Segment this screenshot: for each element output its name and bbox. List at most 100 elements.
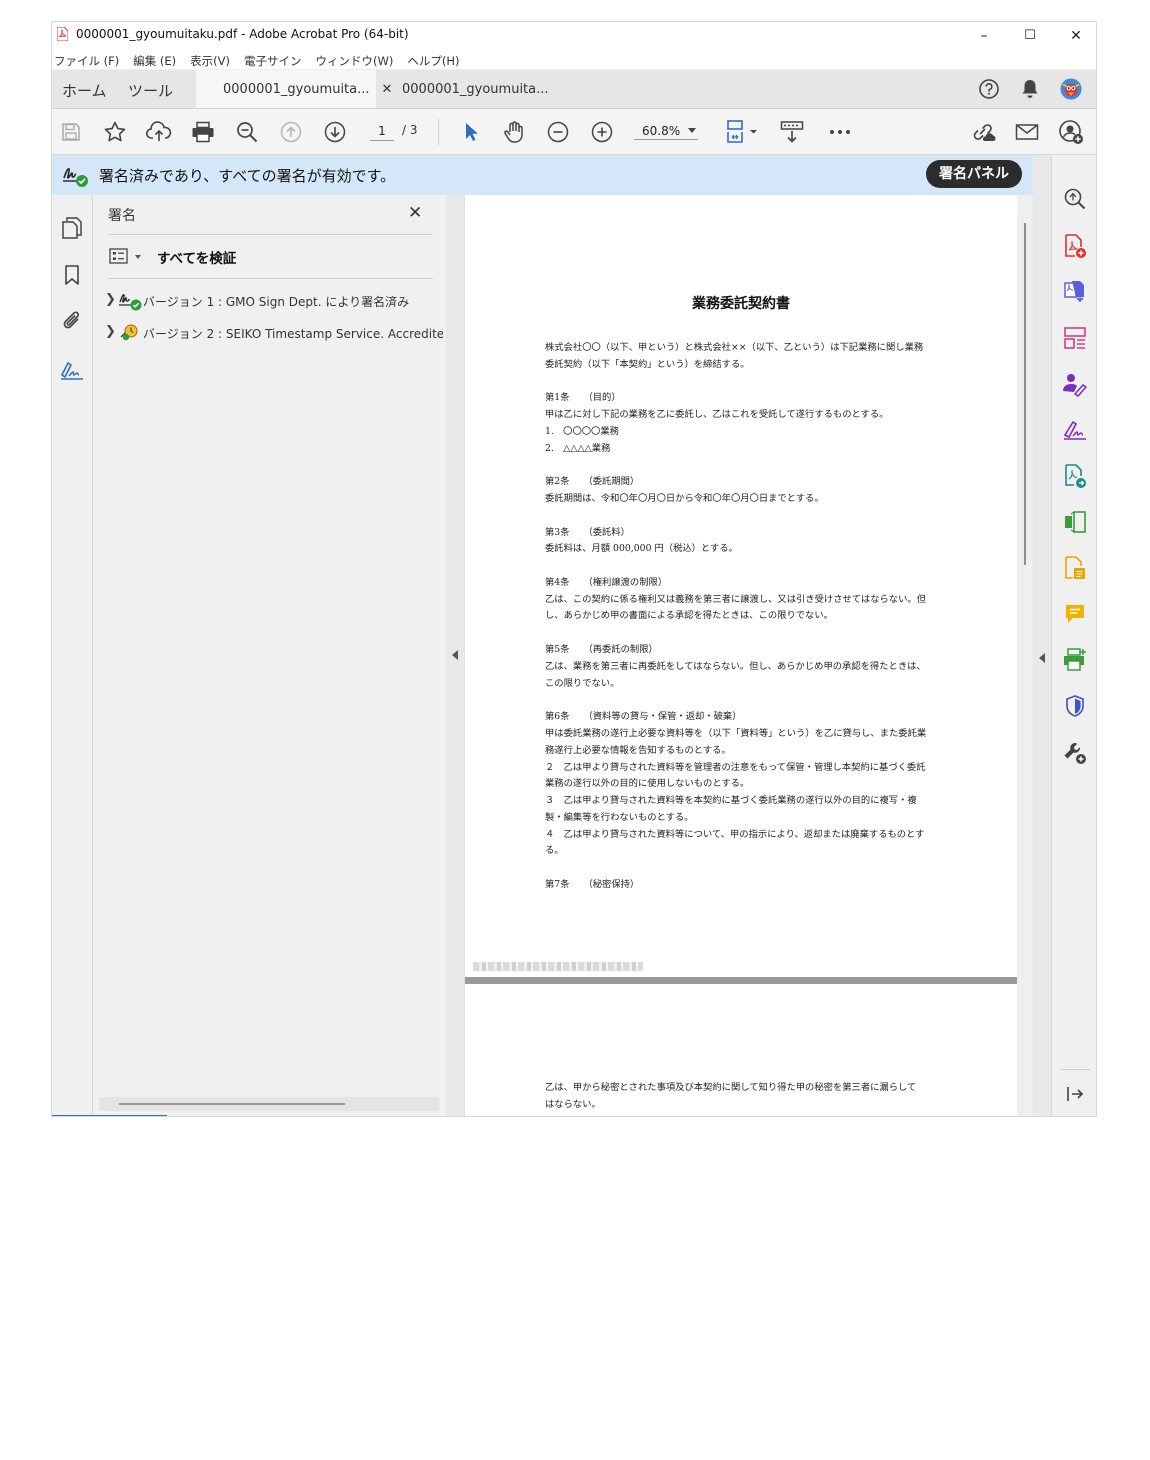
hand-tool-icon[interactable] [501,119,527,145]
help-icon[interactable] [978,78,1000,100]
blurred-footer-text [473,962,643,971]
select-cursor-icon[interactable] [458,119,484,145]
tools-panel-splitter[interactable] [1033,155,1051,1116]
document-text-line: 第7条 （秘密保持） [545,878,640,890]
send-for-review-icon[interactable] [1062,463,1088,489]
next-page-icon[interactable] [322,119,348,145]
close-window-button[interactable]: ✕ [1053,22,1096,49]
document-text-line: 務遂行上必要な情報を告知するものとする。 [545,744,731,756]
document-text-line: る。 [545,845,564,857]
verify-all-button[interactable]: すべてを検証 [157,247,236,267]
toolbar-divider [438,119,439,145]
scrollbar-thumb[interactable] [1024,223,1026,565]
fill-sign-icon[interactable] [1062,417,1088,443]
minimize-button[interactable]: – [961,22,1007,49]
zoom-fit-icon[interactable] [1062,186,1088,212]
document-text-line: ２ 乙は甲より貸与された資料等を管理者の注意をもって保管・管理し本契約に基づく委… [545,761,926,773]
maximize-button[interactable]: ☐ [1007,22,1053,49]
horizontal-scrollbar[interactable] [99,1097,439,1111]
notification-bell-icon[interactable] [1019,78,1041,100]
zoom-out-search-icon[interactable] [234,119,260,145]
document-text-line: 甲は委託業務の遂行上必要な資料等を（以下「資料等」という）を乙に貸与し、また委託… [545,727,927,739]
pdf-page-1: 業務委託契約書 株式会社〇〇（以下、甲という）と株式会社××（以下、乙という）は… [465,195,1017,977]
page-separator [465,977,1017,984]
tab-document-2-label: 0000001_gyoumuita... [402,81,549,97]
request-signature-icon[interactable] [1062,371,1088,397]
title-bar: 0000001_gyoumuitaku.pdf - Adobe Acrobat … [52,22,1096,49]
more-options-icon[interactable] [827,119,853,145]
share-link-icon[interactable] [970,119,996,145]
page-fit-icon[interactable] [724,119,760,145]
window-title: 0000001_gyoumuitaku.pdf - Adobe Acrobat … [76,27,409,41]
upload-cloud-icon[interactable] [146,119,172,145]
menu-view[interactable]: 表示(V) [188,49,237,69]
protect-icon[interactable] [1062,693,1088,719]
signature-status-banner: 署名済みであり、すべての署名が有効です。 署名パネル [52,155,1033,195]
attachment-icon[interactable] [58,307,86,335]
menu-edit[interactable]: 編集 (E) [131,49,183,69]
document-text-line: 第2条 （委託期間） [545,476,640,488]
collapse-left-icon[interactable] [452,650,458,660]
scan-icon[interactable] [1062,555,1088,581]
tab-close-icon[interactable]: ✕ [382,82,393,97]
scrollbar-thumb[interactable] [119,1103,345,1105]
previous-page-icon[interactable] [278,119,304,145]
document-text-line: ３ 乙は甲より貸与された資料等を本契約に基づく委託業務の遂行以外の目的に複写・複 [545,795,917,807]
menu-file[interactable]: ファイル (F) [52,49,126,69]
menu-window[interactable]: ウィンドウ(W) [314,49,401,69]
document-text-line: ４ 乙は甲より貸与された資料等について、甲の指示により、返却または廃棄するものと… [545,828,925,840]
star-icon[interactable] [102,119,128,145]
document-text-line: はならない。 [545,1099,601,1110]
document-title: 業務委託契約書 [692,296,790,312]
page-number-input[interactable]: 1 [370,122,394,141]
vertical-scrollbar[interactable] [1017,195,1033,1116]
signature-panel-button[interactable]: 署名パネル [926,160,1022,188]
signature-valid-icon [119,294,142,311]
user-avatar-icon[interactable] [1060,78,1082,100]
chevron-right-icon[interactable]: ❯ [105,292,116,307]
document-text-line: 業務の遂行以外の目的に使用しないものとする。 [545,778,750,790]
organize-pages-icon[interactable] [1062,509,1088,535]
collapse-panel-icon[interactable] [1062,1081,1088,1107]
zoom-out-icon[interactable] [545,119,571,145]
tab-home[interactable]: ホーム [62,80,107,101]
comment-icon[interactable] [1062,601,1088,627]
close-icon[interactable]: ✕ [408,203,422,223]
add-user-icon[interactable] [1058,119,1084,145]
document-text-line: 乙は、業務を第三者に再委託をしてはならない。但し、あらかじめ甲の承認を得たときは… [545,660,926,672]
page-thumbnails-icon[interactable] [58,214,86,242]
save-icon[interactable] [58,119,84,145]
left-nav-strip [52,195,93,1116]
options-list-icon[interactable] [109,248,129,264]
scroll-mode-icon[interactable] [779,119,805,145]
tab-bar: ホーム ツール 0000001_gyoumuita... ✕ 0000001_g… [52,70,1096,109]
export-pdf-icon[interactable] [1062,279,1088,305]
create-pdf-icon[interactable] [1062,233,1088,259]
email-icon[interactable] [1014,119,1040,145]
more-tools-icon[interactable] [1062,739,1088,765]
edit-pdf-icon[interactable] [1062,325,1088,351]
bookmark-icon[interactable] [58,261,86,289]
signature-version-2[interactable]: ❯ バージョン 2 : SEIKO Timestamp Service. Acc… [105,322,443,344]
chevron-down-icon[interactable] [135,255,141,259]
signature-version-1[interactable]: ❯ バージョン 1 : GMO Sign Dept. により署名済み [105,290,443,312]
tab-tools[interactable]: ツール [128,80,173,101]
print-icon[interactable] [190,119,216,145]
tab-document-1[interactable]: 0000001_gyoumuita... ✕ [196,70,392,108]
signature-icon[interactable] [58,356,86,384]
menu-help[interactable]: ヘルプ(H) [405,49,466,69]
zoom-in-icon[interactable] [589,119,615,145]
print-production-icon[interactable] [1062,647,1088,673]
panel-splitter[interactable] [446,195,464,1116]
tab-document-1-label: 0000001_gyoumuita... [223,81,370,97]
collapse-right-icon[interactable] [1039,653,1045,663]
chevron-right-icon[interactable]: ❯ [105,324,116,339]
tab-document-2[interactable]: 0000001_gyoumuita... [392,70,562,108]
chevron-down-icon[interactable] [688,128,696,133]
tools-panel [1051,155,1096,1116]
document-text-line: 委託契約（以下「本契約」という）を締結する。 [545,358,750,370]
document-text-line: 乙は、甲から秘密とされた事項及び本契約に関して知り得た甲の秘密を第三者に漏らして [545,1082,917,1093]
document-viewport[interactable]: 業務委託契約書 株式会社〇〇（以下、甲という）と株式会社××（以下、乙という）は… [464,195,1033,1116]
signature-panel-title: 署名 [108,208,136,224]
menu-e-sign[interactable]: 電子サイン [242,49,309,69]
